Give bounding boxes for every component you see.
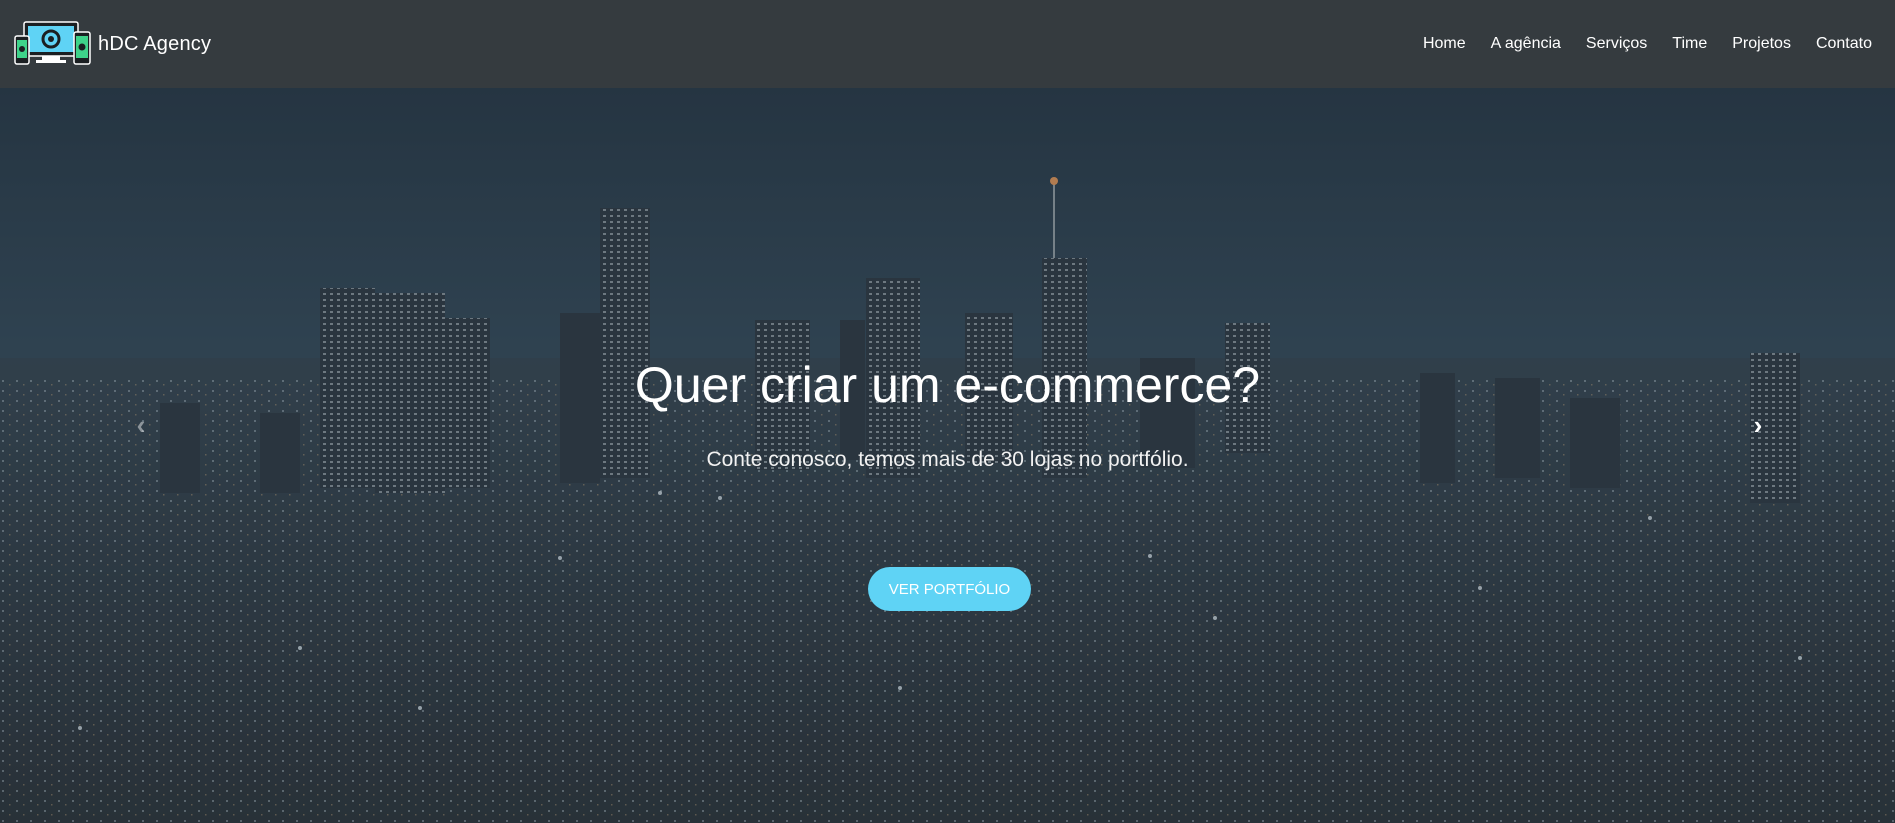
nav-item-agencia[interactable]: A agência: [1491, 35, 1561, 53]
main-nav: Home A agência Serviços Time Projetos Co…: [1423, 35, 1872, 53]
hero-carousel: ‹ Quer criar um e-commerce? Conte conosc…: [0, 88, 1895, 823]
devices-logo-icon: [14, 21, 91, 65]
hero-slide: ‹ Quer criar um e-commerce? Conte conosc…: [0, 88, 1895, 823]
nav-item-time[interactable]: Time: [1672, 35, 1707, 53]
brand-name: hDC Agency: [98, 32, 212, 55]
nav-item-contato[interactable]: Contato: [1816, 35, 1872, 53]
ver-portfolio-button[interactable]: VER PORTFÓLIO: [868, 567, 1031, 611]
brand[interactable]: hDC Agency: [14, 20, 211, 68]
navbar: hDC Agency Home A agência Serviços Time …: [0, 0, 1895, 88]
nav-item-home[interactable]: Home: [1423, 35, 1466, 53]
nav-item-servicos[interactable]: Serviços: [1586, 35, 1647, 53]
nav-item-projetos[interactable]: Projetos: [1732, 35, 1791, 53]
chevron-left-icon[interactable]: ‹: [126, 410, 156, 440]
chevron-right-icon[interactable]: ›: [1743, 410, 1773, 440]
hero-title: Quer criar um e-commerce?: [634, 357, 1261, 413]
hero-subtitle: Conte conosco, temos mais de 30 lojas no…: [706, 448, 1189, 471]
